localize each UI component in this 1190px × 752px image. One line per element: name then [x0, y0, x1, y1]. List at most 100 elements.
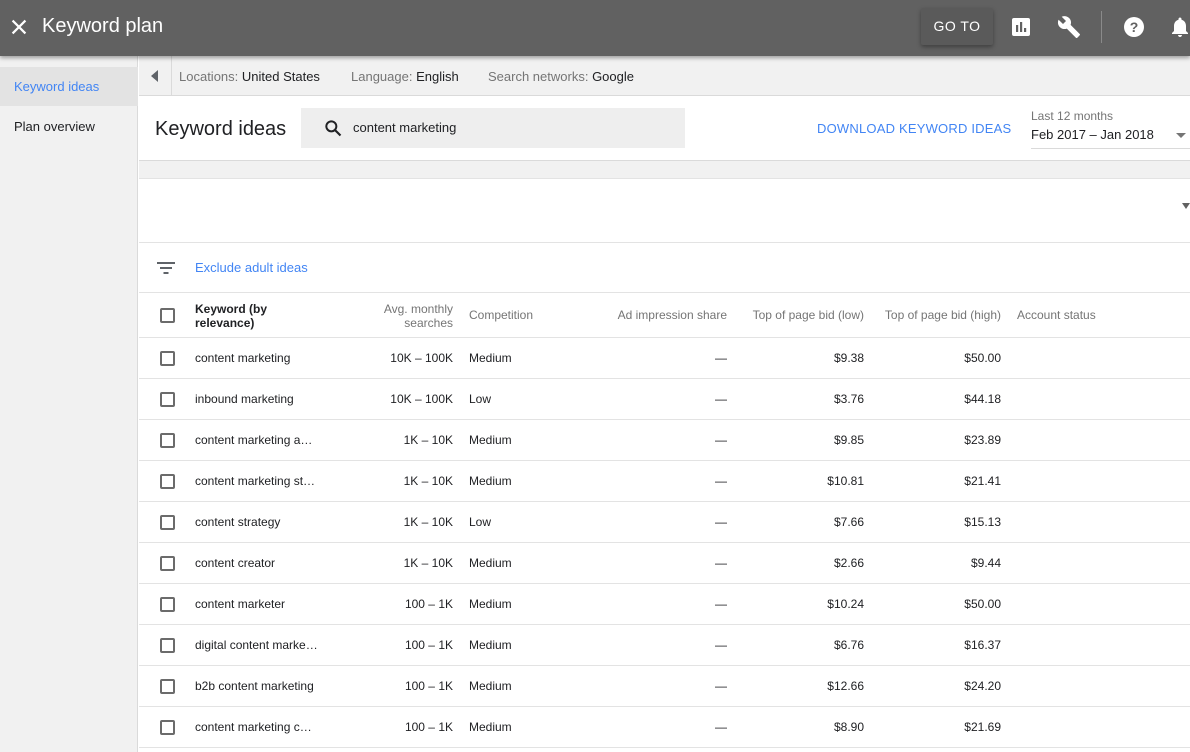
top-bid-high-cell: $44.18: [964, 392, 1001, 406]
column-account-status[interactable]: Account status: [1017, 308, 1096, 322]
row-checkbox[interactable]: [160, 433, 175, 448]
close-icon[interactable]: [8, 16, 30, 38]
column-competition[interactable]: Competition: [469, 308, 533, 322]
column-avg-monthly-searches[interactable]: Avg. monthly searches: [353, 302, 453, 330]
reports-icon[interactable]: [1009, 15, 1033, 39]
toolbar-divider: [1101, 11, 1102, 43]
filter-row: Exclude adult ideas: [139, 244, 1190, 293]
language-label: Language:: [351, 69, 413, 84]
top-bid-high-cell: $15.13: [964, 515, 1001, 529]
avg-monthly-searches-cell: 100 – 1K: [404, 638, 453, 652]
competition-cell: Medium: [469, 597, 512, 611]
table-row[interactable]: content marketing a… 1K – 10K Medium — $…: [139, 420, 1190, 461]
top-bid-high-cell: $16.37: [964, 638, 1001, 652]
table-row[interactable]: inbound marketing 10K – 100K Low — $3.76…: [139, 379, 1190, 420]
sidebar-item-plan-overview[interactable]: Plan overview: [0, 107, 138, 146]
help-icon[interactable]: ?: [1122, 15, 1146, 39]
table-row[interactable]: content creator 1K – 10K Medium — $2.66 …: [139, 543, 1190, 584]
search-networks-value: Google: [592, 69, 634, 84]
table-row[interactable]: content marketing 10K – 100K Medium — $9…: [139, 338, 1190, 379]
go-to-button[interactable]: GO TO: [921, 8, 993, 45]
top-bid-high-cell: $21.69: [964, 720, 1001, 734]
column-searches-line2: searches: [404, 316, 453, 330]
column-top-bid-low[interactable]: Top of page bid (low): [729, 308, 864, 322]
filter-icon[interactable]: [157, 261, 175, 275]
select-all-checkbox[interactable]: [160, 308, 175, 323]
top-bid-low-cell: $10.24: [827, 597, 864, 611]
sidebar-item-keyword-ideas[interactable]: Keyword ideas: [0, 67, 138, 106]
table-row[interactable]: content marketer 100 – 1K Medium — $10.2…: [139, 584, 1190, 625]
competition-cell: Medium: [469, 474, 512, 488]
row-checkbox[interactable]: [160, 679, 175, 694]
collapse-sidebar-button[interactable]: [139, 56, 172, 96]
expand-caret-icon[interactable]: [1182, 203, 1190, 209]
tools-wrench-icon[interactable]: [1057, 15, 1081, 39]
avg-monthly-searches-cell: 1K – 10K: [403, 515, 453, 529]
column-ad-impression-share[interactable]: Ad impression share: [587, 308, 727, 322]
app-bar: Keyword plan GO TO ?: [0, 0, 1190, 56]
keyword-search-input[interactable]: content marketing: [301, 108, 685, 148]
column-keyword[interactable]: Keyword (by relevance): [195, 302, 267, 330]
ad-impression-share-cell: —: [715, 638, 727, 652]
date-range-label: Last 12 months: [1031, 109, 1114, 123]
language-filter[interactable]: Language: English: [351, 69, 459, 84]
ad-impression-share-cell: —: [715, 474, 727, 488]
row-checkbox[interactable]: [160, 638, 175, 653]
row-checkbox[interactable]: [160, 720, 175, 735]
avg-monthly-searches-cell: 100 – 1K: [404, 720, 453, 734]
page-title: Keyword ideas: [155, 118, 287, 140]
ad-impression-share-cell: —: [715, 679, 727, 693]
top-bid-high-cell: $23.89: [964, 433, 1001, 447]
competition-cell: Medium: [469, 556, 512, 570]
table-row[interactable]: content marketing st… 1K – 10K Medium — …: [139, 461, 1190, 502]
column-top-bid-high[interactable]: Top of page bid (high): [866, 308, 1001, 322]
section-divider: [139, 161, 1190, 179]
search-networks-filter[interactable]: Search networks: Google: [488, 69, 634, 84]
targeting-bar: Locations: United States Language: Engli…: [139, 56, 1190, 96]
sidebar: Keyword ideas Plan overview: [0, 56, 138, 752]
keyword-cell: content strategy: [195, 515, 281, 529]
avg-monthly-searches-cell: 10K – 100K: [390, 351, 453, 365]
ad-impression-share-cell: —: [715, 351, 727, 365]
top-bid-low-cell: $3.76: [833, 392, 864, 406]
search-value: content marketing: [353, 120, 457, 135]
download-keyword-ideas-button[interactable]: DOWNLOAD KEYWORD IDEAS: [817, 121, 1011, 136]
locations-value: United States: [241, 69, 320, 84]
row-checkbox[interactable]: [160, 392, 175, 407]
ad-impression-share-cell: —: [715, 433, 727, 447]
competition-cell: Low: [469, 392, 492, 406]
column-keyword-line2: relevance): [195, 316, 255, 330]
avg-monthly-searches-cell: 10K – 100K: [390, 392, 453, 406]
keyword-ideas-table: Keyword (by relevance) Avg. monthly sear…: [139, 293, 1190, 748]
row-checkbox[interactable]: [160, 597, 175, 612]
date-range-underline: [1031, 148, 1190, 149]
ad-impression-share-cell: —: [715, 556, 727, 570]
exclude-adult-ideas-filter[interactable]: Exclude adult ideas: [195, 260, 308, 275]
table-row[interactable]: digital content marke… 100 – 1K Medium —…: [139, 625, 1190, 666]
table-row[interactable]: content marketing c… 100 – 1K Medium — $…: [139, 707, 1190, 748]
top-bid-high-cell: $21.41: [964, 474, 1001, 488]
top-bid-low-cell: $6.76: [833, 638, 864, 652]
locations-filter[interactable]: Locations: United States: [179, 69, 320, 84]
row-checkbox[interactable]: [160, 515, 175, 530]
avg-monthly-searches-cell: 100 – 1K: [404, 679, 453, 693]
search-networks-label: Search networks:: [488, 69, 589, 84]
top-bid-low-cell: $2.66: [833, 556, 864, 570]
competition-cell: Medium: [469, 638, 512, 652]
top-bid-low-cell: $8.90: [833, 720, 864, 734]
table-body: content marketing 10K – 100K Medium — $9…: [139, 338, 1190, 748]
top-bid-high-cell: $50.00: [964, 351, 1001, 365]
top-bid-high-cell: $50.00: [964, 597, 1001, 611]
column-keyword-line1: Keyword (by: [195, 302, 268, 316]
row-checkbox[interactable]: [160, 351, 175, 366]
row-checkbox[interactable]: [160, 474, 175, 489]
top-bid-low-cell: $9.38: [833, 351, 864, 365]
chart-area: [139, 179, 1190, 243]
notifications-bell-icon[interactable]: [1168, 15, 1190, 39]
row-checkbox[interactable]: [160, 556, 175, 571]
competition-cell: Medium: [469, 433, 512, 447]
column-searches-line1: Avg. monthly: [383, 302, 453, 316]
competition-cell: Medium: [469, 351, 512, 365]
table-row[interactable]: content strategy 1K – 10K Low — $7.66 $1…: [139, 502, 1190, 543]
table-row[interactable]: b2b content marketing 100 – 1K Medium — …: [139, 666, 1190, 707]
